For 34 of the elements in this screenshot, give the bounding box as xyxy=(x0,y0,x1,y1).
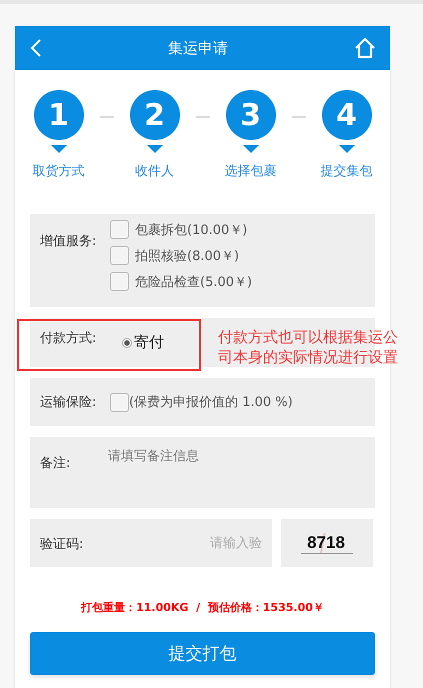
summary-text: 打包重量：11.00KG / 预估价格：1535.00￥ xyxy=(80,600,325,615)
field-label: 运输保险: xyxy=(40,394,98,411)
field-label: 验证码: xyxy=(40,536,84,553)
pointer-icon xyxy=(146,145,162,153)
checkbox[interactable] xyxy=(110,272,129,291)
step-label: 收件人 xyxy=(135,163,174,180)
pointer-icon xyxy=(50,145,66,153)
option-label: 寄付 xyxy=(134,333,164,352)
radio-button[interactable] xyxy=(122,338,132,348)
checkbox[interactable] xyxy=(110,246,129,265)
field-label: 增值服务: xyxy=(40,233,98,250)
step-number: 1 xyxy=(34,90,84,140)
step-number: 2 xyxy=(130,90,180,140)
captcha-image[interactable]: 8718 xyxy=(281,519,373,567)
pointer-icon xyxy=(242,145,258,153)
field-label: 付款方式: xyxy=(40,330,98,346)
submit-button[interactable]: 提交打包 xyxy=(30,632,375,675)
field-label: 备注: xyxy=(40,455,72,472)
step-number: 3 xyxy=(226,90,276,140)
step-number: 4 xyxy=(322,90,372,140)
page-title: 集运申请 xyxy=(168,38,228,58)
option-label: 拍照核验(8.00￥) xyxy=(135,248,240,264)
step-label: 取货方式 xyxy=(32,163,84,180)
checkbox[interactable] xyxy=(110,220,129,239)
step-label: 选择包裹 xyxy=(224,163,276,180)
insurance-note: (保费为申报价值的 1.00 %) xyxy=(129,394,293,411)
checkbox[interactable] xyxy=(110,392,129,412)
step-label: 提交集包 xyxy=(320,163,372,180)
annotation-text: 付款方式也可以根据集运公司本身的实际情况进行设置 xyxy=(218,327,399,367)
option-label: 危险品检查(5.00￥) xyxy=(135,274,252,290)
back-icon[interactable] xyxy=(30,38,42,58)
pointer-icon xyxy=(338,145,354,153)
option-label: 包裹拆包(10.00￥) xyxy=(135,222,248,238)
home-icon[interactable] xyxy=(354,37,376,59)
